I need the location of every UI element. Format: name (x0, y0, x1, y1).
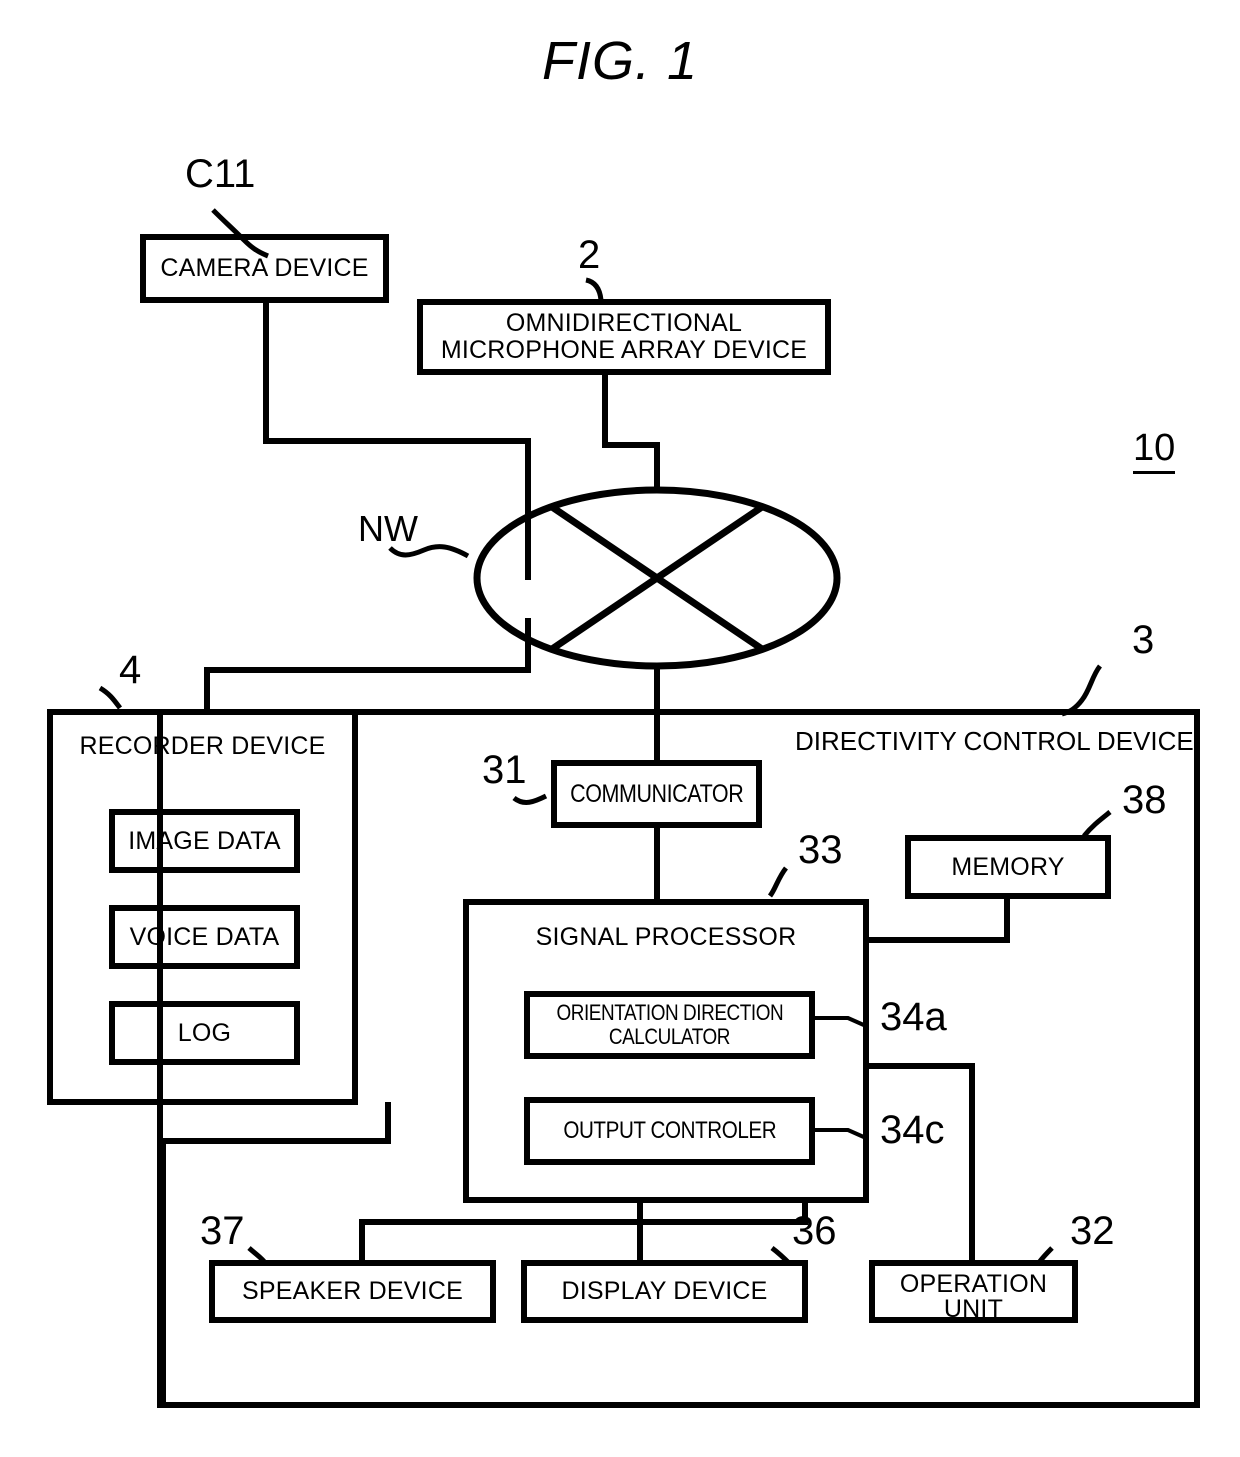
orientation-direction-calculator-ref: 34a (880, 995, 947, 1039)
operation-unit-box (869, 1260, 1078, 1323)
camera-device-ref: C11 (185, 152, 256, 196)
leader-c11 (211, 208, 269, 259)
voice-data-box (109, 905, 300, 969)
image-data-box (109, 809, 300, 873)
operation-unit-ref: 32 (1070, 1209, 1115, 1253)
leader-2 (585, 277, 604, 301)
speaker-device-box (209, 1260, 496, 1323)
wire-recorder-branch (163, 1102, 391, 1144)
camera-device-box (140, 234, 389, 303)
wire-network-to-recorder (204, 618, 531, 712)
wire-operation-unit-to-signal-processor (866, 1063, 975, 1263)
wire-recorder-to-signal-processor (160, 1102, 391, 1405)
wire-memory-to-signal-processor (866, 896, 1010, 943)
wire-mic-to-network (602, 372, 660, 492)
orientation-direction-calculator-box (524, 991, 815, 1059)
system-ref: 10 (1133, 427, 1176, 474)
mic-array-box (417, 299, 831, 375)
communicator-box (551, 760, 762, 828)
directivity-control-device-label: DIRECTIVITY CONTROL DEVICE (795, 726, 1194, 756)
wire-speaker-to-signal-processor (359, 1200, 808, 1263)
mic-array-ref: 2 (578, 233, 601, 277)
leader-34c (812, 1128, 867, 1140)
speaker-device-ref: 37 (200, 1209, 245, 1253)
memory-ref: 38 (1122, 778, 1167, 822)
output-controller-ref: 34c (880, 1108, 945, 1152)
memory-box (905, 835, 1111, 899)
display-device-box (521, 1260, 808, 1323)
patent-figure-page: FIG. 1 CAMERA DEVICE C11 OMNIDIRECTIONAL… (0, 0, 1240, 1457)
leader-31 (512, 793, 548, 805)
leader-33 (767, 866, 788, 898)
leader-3 (1061, 664, 1103, 717)
recorder-device-ref: 4 (119, 648, 142, 692)
output-controller-box (524, 1097, 815, 1165)
network-label: NW (358, 508, 418, 549)
leader-4 (98, 685, 123, 710)
signal-processor-ref: 33 (798, 828, 843, 872)
display-device-ref: 36 (792, 1209, 837, 1253)
leader-34a (812, 1016, 867, 1028)
log-box (109, 1001, 300, 1065)
directivity-control-device-ref: 3 (1132, 618, 1155, 662)
leader-38 (1082, 810, 1112, 838)
communicator-ref: 31 (482, 748, 527, 792)
